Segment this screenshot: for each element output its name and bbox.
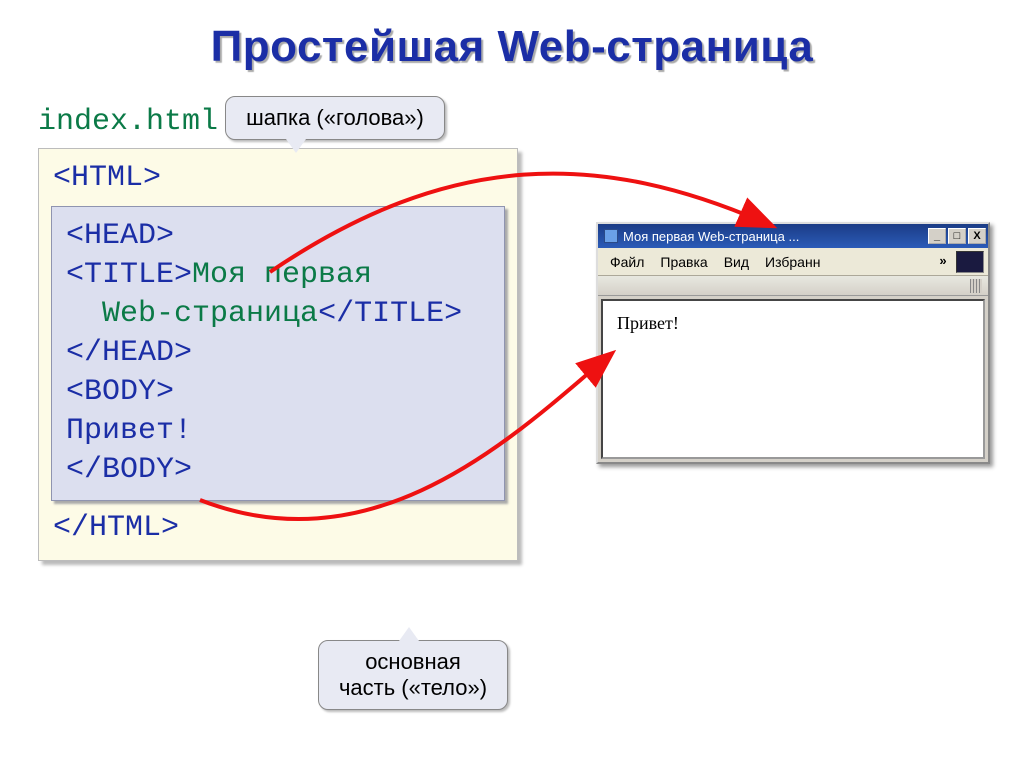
throbber-icon [956,251,984,273]
callout-tail [399,627,419,641]
minimize-button[interactable]: _ [928,228,946,244]
maximize-button[interactable]: □ [948,228,966,244]
close-button[interactable]: X [968,228,986,244]
menu-more-chevron-icon[interactable]: » [934,253,952,271]
code-head-open: <HEAD> [66,217,490,256]
code-greeting: Привет! [66,412,490,451]
page-text: Привет! [617,313,679,333]
callout-head: шапка («голова») [225,96,445,140]
code-title-open-tag: <TITLE> [66,258,192,292]
menu-file[interactable]: Файл [602,252,652,272]
callout-body-text2: часть («тело») [339,675,487,700]
code-block-inner: <HEAD> <TITLE>Моя первая Web-страница</T… [51,206,505,501]
callout-tail [286,139,306,153]
code-head-close: </HEAD> [66,334,490,373]
code-title-line2: Web-страница</TITLE> [66,295,490,334]
page-icon [604,229,618,243]
code-title-text1: Моя первая [192,258,372,292]
browser-toolstrip [598,276,988,296]
callout-body-text1: основная [365,649,461,674]
code-block-outer: <HTML> <HEAD> <TITLE>Моя первая Web-стра… [38,148,518,561]
browser-content: Привет! [601,299,985,459]
code-html-open: <HTML> [53,159,503,198]
code-body-close: </BODY> [66,451,490,490]
menu-favorites[interactable]: Избранн [757,252,828,272]
callout-body: основная часть («тело») [318,640,508,710]
callout-head-text: шапка («голова») [246,105,424,130]
code-title-line1: <TITLE>Моя первая [66,256,490,295]
browser-window: Моя первая Web-страница ... _ □ X Файл П… [596,222,990,464]
menu-view[interactable]: Вид [716,252,757,272]
browser-titlebar: Моя первая Web-страница ... _ □ X [598,224,988,248]
menu-edit[interactable]: Правка [652,252,715,272]
code-title-text2: Web-страница [102,297,318,331]
slide-title: Простейшая Web-страница [0,0,1024,72]
resize-grip-icon [970,279,982,293]
code-body-open: <BODY> [66,373,490,412]
browser-menubar: Файл Правка Вид Избранн » [598,248,988,276]
code-html-close: </HTML> [53,509,503,548]
code-title-close-tag: </TITLE> [318,297,462,331]
browser-title-text: Моя первая Web-страница ... [623,229,926,244]
filename-label: index.html [38,105,218,139]
